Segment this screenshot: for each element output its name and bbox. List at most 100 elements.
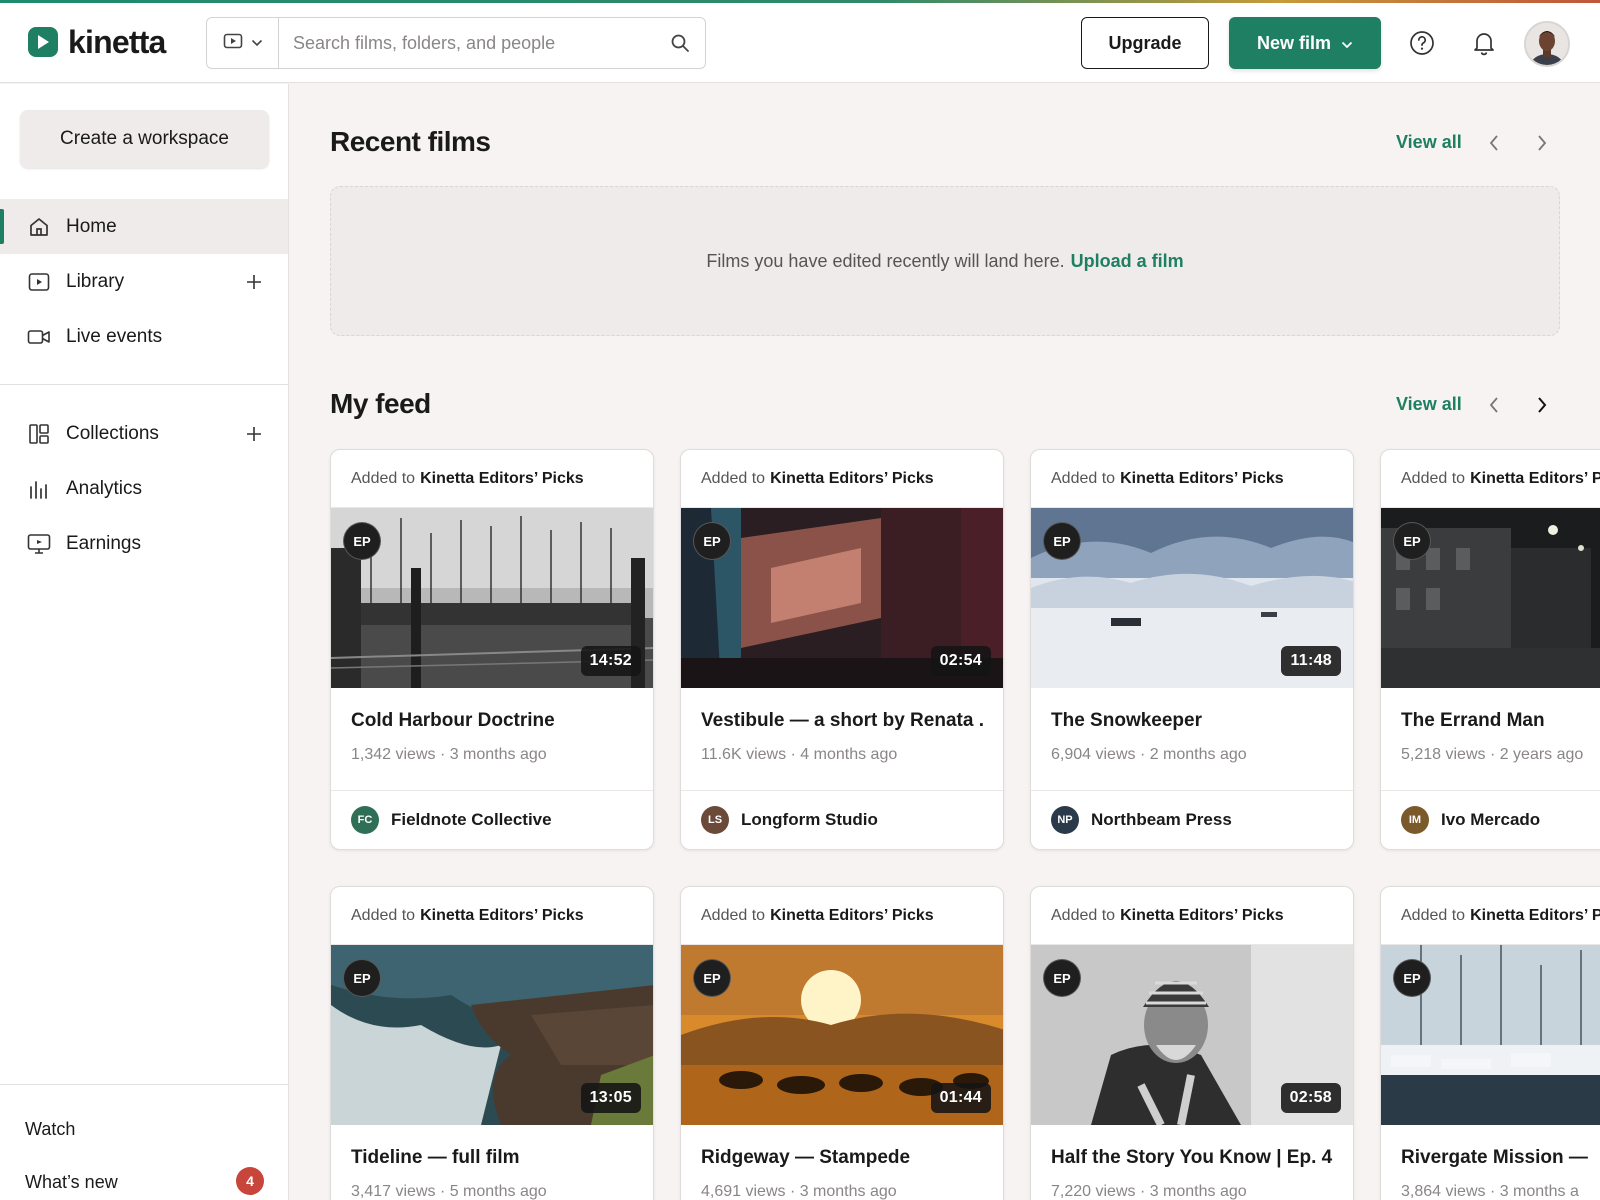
card-added-to: Added toKinetta Editors’ Picks (1381, 887, 1600, 945)
sidebar-item-label: Analytics (66, 477, 143, 499)
film-thumbnail[interactable]: EP 02:58 (1031, 945, 1353, 1125)
film-thumbnail[interactable]: EP (1381, 945, 1600, 1125)
sidebar-watch-link[interactable]: Watch (25, 1119, 75, 1140)
film-title[interactable]: Ridgeway — Stampede (701, 1147, 983, 1169)
play-logo-icon (28, 27, 58, 57)
feed-card[interactable]: Added toKinetta Editors’ Picks EP Riverg… (1380, 886, 1600, 1200)
feed-card[interactable]: Added to Kinetta Editors’ Picks EP 01:44 … (680, 886, 1004, 1200)
search-icon[interactable] (655, 18, 705, 68)
add-library-plus-icon[interactable] (244, 272, 264, 292)
author-name: Ivo Mercado (1441, 810, 1541, 829)
sidebar-item-live-events[interactable]: Live events (0, 309, 288, 364)
upload-film-link[interactable]: Upload a film (1071, 251, 1184, 272)
add-collection-plus-icon[interactable] (244, 424, 264, 444)
chevron-down-icon (1341, 33, 1353, 54)
film-meta: 3,864 views · 3 months a (1401, 1183, 1579, 1200)
my-feed-title: My feed (330, 388, 431, 419)
video-icon (27, 270, 51, 294)
film-title[interactable]: Rivergate Mission — be (1401, 1147, 1589, 1169)
card-author[interactable]: LS Longform Studio (681, 791, 1003, 849)
author-avatar: FC (351, 806, 379, 834)
recent-films-empty-state: Films you have edited recently will land… (330, 186, 1560, 336)
card-author[interactable]: IM Ivo Mercado (1381, 791, 1600, 849)
camera-icon (27, 325, 51, 349)
ep-badge: EP (1393, 522, 1431, 560)
chevron-right-icon[interactable] (1530, 131, 1554, 155)
search-input[interactable] (279, 32, 655, 54)
sidebar-item-collections[interactable]: Collections (0, 406, 288, 461)
film-thumbnail[interactable]: EP 11:48 (1031, 508, 1353, 688)
feed-card[interactable]: Added to Kinetta Editors’ Picks EP 13:05 … (330, 886, 654, 1200)
film-title[interactable]: The Errand Man (1401, 710, 1589, 732)
sidebar-item-analytics[interactable]: Analytics (0, 461, 288, 516)
bell-icon[interactable] (1470, 29, 1498, 57)
film-thumbnail[interactable]: EP (1381, 508, 1600, 688)
search-type-dropdown[interactable] (207, 18, 279, 68)
sidebar-item-library[interactable]: Library (0, 254, 288, 309)
feed-view-all-link[interactable]: View all (1396, 394, 1462, 415)
duration-label: 01:44 (930, 1083, 991, 1113)
sidebar-item-label: Live events (66, 325, 163, 347)
card-added-to: Added toKinetta Editors’ Picks (331, 887, 653, 945)
film-title[interactable]: Cold Harbour Doctrine (351, 710, 633, 732)
film-meta: 6,904 views · 2 months ago (1051, 746, 1247, 763)
film-thumbnail[interactable]: EP 13:05 (331, 945, 653, 1125)
chevron-right-icon[interactable] (1530, 393, 1554, 417)
film-title[interactable]: Vestibule — a short by Renata ... (701, 710, 983, 732)
ep-badge: EP (693, 522, 731, 560)
feed-card[interactable]: Added to Kinetta Editors’ Picks EP 14:52 … (330, 449, 654, 850)
ep-badge: EP (693, 959, 731, 997)
search-bar (206, 17, 706, 69)
ep-badge: EP (1043, 522, 1081, 560)
card-added-to: Added toKinetta Editors’ Picks (1381, 450, 1600, 508)
chevron-left-icon[interactable] (1482, 131, 1506, 155)
feed-card[interactable]: Added to Kinetta Editors’ Picks EP 02:54 … (680, 449, 1004, 850)
create-workspace-button[interactable]: Create a workspace (20, 110, 269, 168)
film-title[interactable]: Half the Story You Know | Ep. 4 (1051, 1147, 1333, 1169)
duration-label: 02:58 (1280, 1083, 1341, 1113)
film-thumbnail[interactable]: EP 01:44 (681, 945, 1003, 1125)
new-film-label: New film (1256, 32, 1331, 53)
feed-card[interactable]: Added to Kinetta Editors’ Picks EP 02:58 … (1030, 886, 1354, 1200)
film-title[interactable]: The Snowkeeper (1051, 710, 1333, 732)
film-thumbnail[interactable]: EP 14:52 (331, 508, 653, 688)
duration-label: 11:48 (1281, 646, 1341, 676)
feed-card[interactable]: Added toKinetta Editors’ Picks EP The Er… (1380, 449, 1600, 850)
sidebar-divider (0, 1084, 288, 1085)
card-added-to: Added toKinetta Editors’ Picks (681, 450, 1003, 508)
ep-badge: EP (1393, 959, 1431, 997)
recent-films-title: Recent films (330, 126, 491, 157)
sidebar-divider (0, 384, 288, 385)
film-thumbnail[interactable]: EP 02:54 (681, 508, 1003, 688)
author-name: Longform Studio (741, 810, 878, 829)
whats-new-count-badge: 4 (236, 1167, 264, 1195)
recent-view-all-link[interactable]: View all (1396, 132, 1462, 153)
upgrade-button[interactable]: Upgrade (1081, 17, 1209, 69)
card-added-to: Added toKinetta Editors’ Picks (1031, 450, 1353, 508)
film-title[interactable]: Tideline — full film (351, 1147, 633, 1169)
card-author[interactable]: FC Fieldnote Collective (331, 791, 653, 849)
film-meta: 5,218 views · 2 years ago (1401, 746, 1584, 763)
new-film-button[interactable]: New film (1229, 17, 1381, 69)
sidebar-item-label: Library (66, 270, 125, 292)
empty-state-text: Films you have edited recently will land… (706, 250, 1065, 271)
sidebar-item-home[interactable]: Home (0, 199, 288, 254)
author-avatar: IM (1401, 806, 1429, 834)
help-icon[interactable] (1408, 29, 1436, 57)
user-avatar[interactable] (1524, 21, 1570, 67)
feed-card[interactable]: Added to Kinetta Editors’ Picks EP 11:48 … (1030, 449, 1354, 850)
sidebar-whats-new-link[interactable]: What’s new (25, 1172, 118, 1193)
sidebar-item-earnings[interactable]: Earnings (0, 516, 288, 571)
sidebar-item-label: Collections (66, 422, 159, 444)
chevron-down-icon (251, 34, 263, 52)
ep-badge: EP (343, 522, 381, 560)
card-author[interactable]: NP Northbeam Press (1031, 791, 1353, 849)
logo[interactable]: kinetta (28, 26, 166, 58)
author-name: Fieldnote Collective (391, 810, 552, 829)
film-meta: 11.6K views · 4 months ago (701, 746, 898, 763)
collections-icon (27, 422, 51, 446)
duration-label: 02:54 (930, 646, 991, 676)
chevron-left-icon[interactable] (1482, 393, 1506, 417)
top-header: kinetta Upgrade New film (0, 3, 1600, 83)
author-avatar: LS (701, 806, 729, 834)
